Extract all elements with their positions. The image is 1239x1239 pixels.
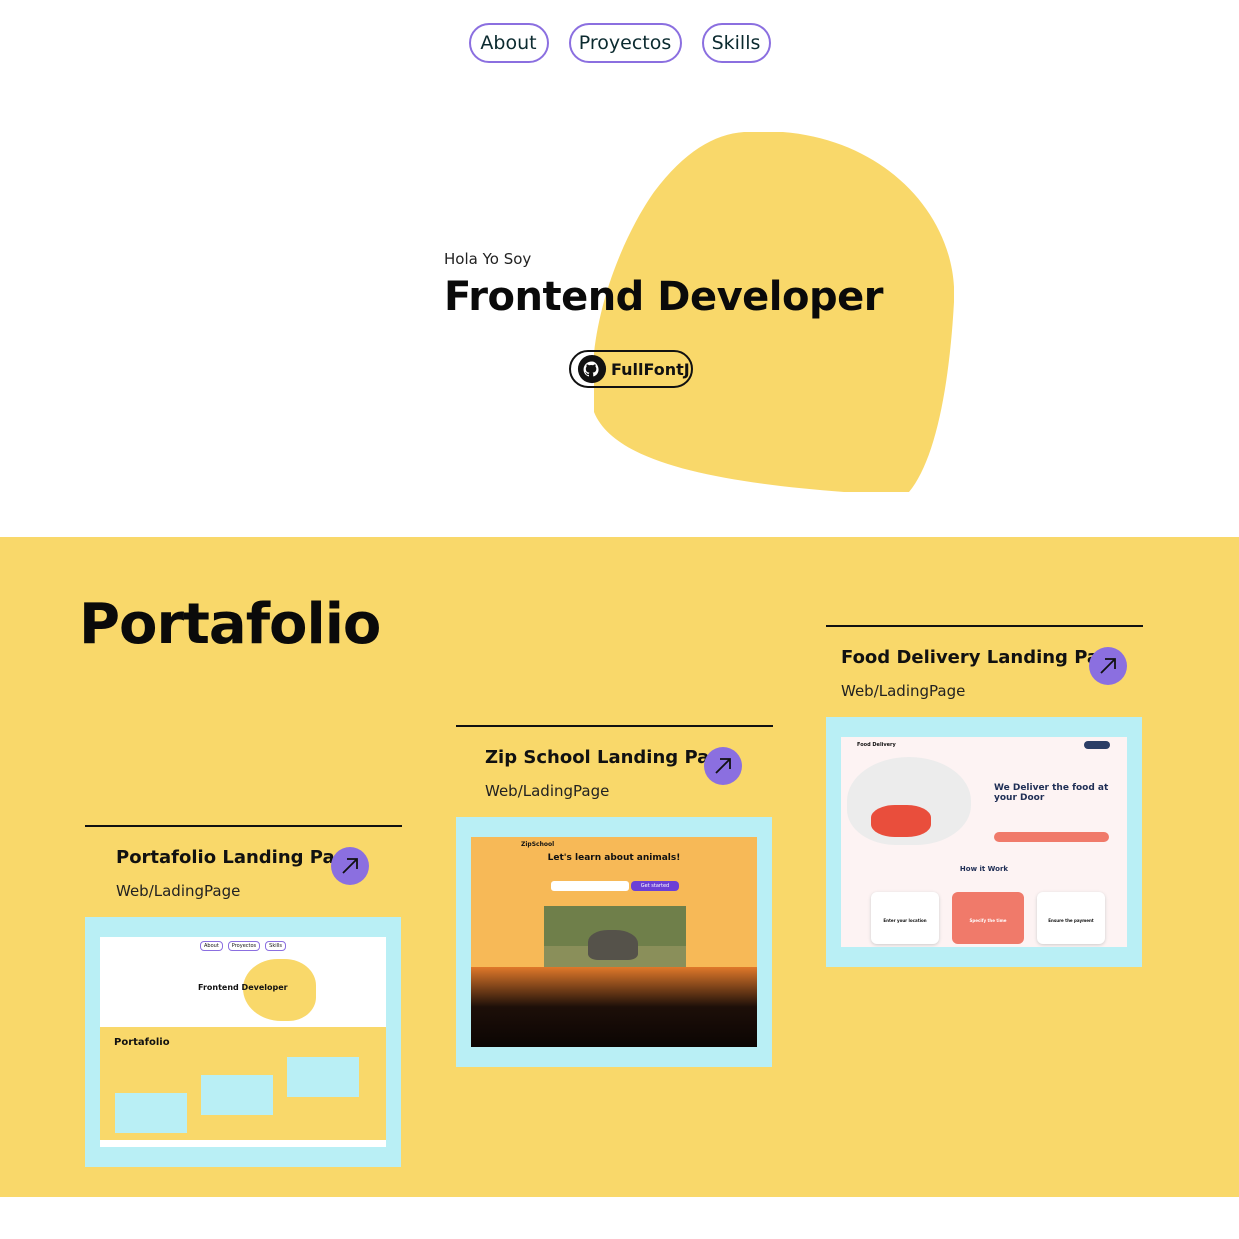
thumb-headline: We Deliver the food at your Door — [994, 783, 1109, 803]
thumb-step-card: Enter your location — [871, 892, 939, 944]
thumb-step-label: Ensure the payment — [1048, 918, 1094, 923]
thumb-search-bar — [994, 832, 1109, 842]
project-tag: Web/LadingPage — [841, 682, 966, 700]
zip-school-thumbnail: ZipSchool Let's learn about animals! Get… — [471, 837, 757, 1047]
nav-proyectos-button[interactable]: Proyectos — [568, 23, 682, 63]
portafolio-thumbnail: About Proyectos Skills Frontend Develope… — [100, 937, 386, 1147]
project-tag: Web/LadingPage — [485, 782, 610, 800]
thumb-portfolio-band: Portafolio — [100, 1027, 386, 1140]
nav-skills-button[interactable]: Skills — [701, 23, 771, 63]
project-name: Portafolio Landing Page — [116, 847, 360, 868]
project-screenshot[interactable]: About Proyectos Skills Frontend Develope… — [85, 917, 401, 1167]
project-name: Food Delivery Landing Page — [841, 647, 1125, 668]
project-screenshot[interactable]: Food Delivery We Deliver the food at you… — [826, 717, 1142, 967]
open-project-button[interactable] — [331, 847, 369, 885]
thumb-scooter — [871, 805, 931, 837]
project-tag: Web/LadingPage — [116, 882, 241, 900]
github-icon — [577, 354, 607, 384]
thumb-card — [115, 1093, 187, 1133]
thumb-nav-item: Skills — [265, 941, 286, 951]
project-card-zip-school: Zip School Landing Page Web/LadingPage Z… — [456, 725, 774, 1067]
thumb-brand: ZipSchool — [521, 841, 555, 848]
thumb-headline: Let's learn about animals! — [547, 853, 681, 863]
project-card-food-delivery: Food Delivery Landing Page Web/LadingPag… — [826, 625, 1144, 967]
thumb-savanna — [471, 967, 757, 1047]
project-screenshot[interactable]: ZipSchool Let's learn about animals! Get… — [456, 817, 772, 1067]
portfolio-title: Portafolio — [79, 592, 381, 657]
thumb-card — [201, 1075, 273, 1115]
top-nav: About Proyectos Skills — [0, 23, 1239, 63]
thumb-input — [551, 881, 629, 891]
thumb-step-card: Specify the time — [952, 892, 1024, 944]
arrow-up-right-icon — [1100, 658, 1116, 674]
thumb-step-label: Enter your location — [883, 918, 927, 923]
thumb-nav-item: About — [200, 941, 223, 951]
nav-about-button[interactable]: About — [468, 23, 549, 63]
portfolio-section: Portafolio Portafolio Landing Page Web/L… — [0, 537, 1239, 1197]
arrow-up-right-icon — [342, 858, 358, 874]
thumb-step-label: Specify the time — [969, 918, 1007, 923]
thumb-nav-item: Proyectos — [227, 941, 261, 951]
thumb-elephant-photo — [544, 906, 686, 974]
github-button[interactable]: FullFontJ — [569, 350, 693, 388]
hero-section: Hola Yo Soy Frontend Developer FullFontJ — [0, 90, 1239, 536]
thumb-step-card: Ensure the payment — [1037, 892, 1105, 944]
project-name: Zip School Landing Page — [485, 747, 735, 768]
thumb-section-title: How it Work — [959, 865, 1009, 873]
hero-title: Frontend Developer — [444, 274, 883, 320]
project-card-portafolio: Portafolio Landing Page Web/LadingPage A… — [85, 825, 403, 1167]
hero-greeting: Hola Yo Soy — [444, 250, 532, 268]
thumb-cta: Get started — [631, 881, 679, 891]
github-label: FullFontJ — [611, 359, 690, 379]
thumb-nav-button — [1084, 741, 1110, 749]
thumb-brand: Food Delivery — [857, 742, 896, 748]
food-delivery-thumbnail: Food Delivery We Deliver the food at you… — [841, 737, 1127, 947]
thumb-card — [287, 1057, 359, 1097]
thumb-section-title: Portafolio — [114, 1037, 170, 1048]
open-project-button[interactable] — [704, 747, 742, 785]
open-project-button[interactable] — [1089, 647, 1127, 685]
thumb-title: Frontend Developer — [198, 983, 288, 992]
arrow-up-right-icon — [715, 758, 731, 774]
